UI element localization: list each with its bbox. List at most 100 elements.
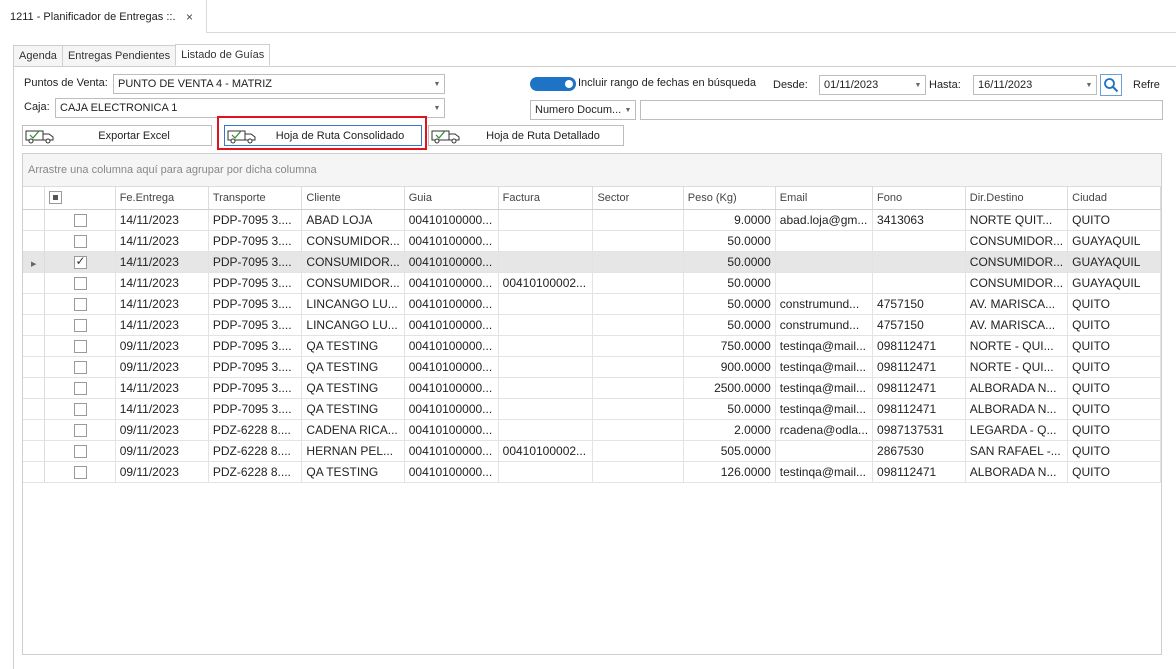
cell-guia[interactable]: 00410100000... [404, 377, 499, 399]
column-header-fono[interactable]: Fono [872, 187, 966, 210]
cell-factura[interactable] [498, 335, 594, 357]
table-row[interactable]: 14/11/2023 PDP-7095 3.... CONSUMIDOR... 004… [23, 230, 1161, 252]
cell-fono[interactable]: 4757150 [872, 314, 966, 336]
cell-guia[interactable]: 00410100000... [404, 398, 499, 420]
cell-guia[interactable]: 00410100000... [404, 461, 499, 483]
cell-peso[interactable]: 50.0000 [683, 272, 776, 294]
cell-fe-entrega[interactable]: 14/11/2023 [115, 272, 209, 294]
column-header-peso[interactable]: Peso (Kg) [683, 187, 776, 210]
row-checkbox[interactable] [73, 339, 87, 353]
cell-peso[interactable]: 50.0000 [683, 251, 776, 273]
row-checkbox-cell[interactable] [44, 230, 116, 252]
cell-factura[interactable] [498, 419, 594, 441]
cell-ciudad[interactable]: QUITO [1067, 461, 1161, 483]
cell-dir-destino[interactable]: CONSUMIDOR... [965, 251, 1069, 273]
cell-sector[interactable] [592, 272, 684, 294]
cell-sector[interactable] [592, 377, 684, 399]
cell-fono[interactable]: 098112471 [872, 377, 966, 399]
cell-guia[interactable]: 00410100000... [404, 293, 499, 315]
cell-fe-entrega[interactable]: 09/11/2023 [115, 356, 209, 378]
cell-ciudad[interactable]: QUITO [1067, 293, 1161, 315]
cell-fono[interactable]: 098112471 [872, 398, 966, 420]
row-checkbox[interactable] [73, 360, 87, 374]
cell-cliente[interactable]: QA TESTING [301, 398, 405, 420]
export-excel-button[interactable]: Exportar Excel [22, 125, 212, 146]
cell-email[interactable]: testinqa@mail... [775, 461, 874, 483]
row-checkbox[interactable] [73, 402, 87, 416]
cell-fe-entrega[interactable]: 14/11/2023 [115, 377, 209, 399]
column-header-factura[interactable]: Factura [498, 187, 594, 210]
table-row[interactable]: 14/11/2023 PDP-7095 3.... LINCANGO LU... 00… [23, 293, 1161, 315]
row-checkbox-cell[interactable] [44, 461, 116, 483]
cell-fe-entrega[interactable]: 09/11/2023 [115, 440, 209, 462]
tab-listado-guias[interactable]: Listado de Guías [175, 44, 271, 66]
cell-fono[interactable] [872, 272, 966, 294]
cell-peso[interactable]: 50.0000 [683, 314, 776, 336]
cell-peso[interactable]: 50.0000 [683, 293, 776, 315]
document-search-input[interactable] [640, 100, 1163, 120]
cell-sector[interactable] [592, 419, 684, 441]
row-checkbox[interactable] [73, 318, 87, 332]
table-row[interactable]: ▶14/11/2023PDP-7095 3....CONSUMIDOR...00… [23, 251, 1161, 273]
column-header-email[interactable]: Email [775, 187, 874, 210]
cell-cliente[interactable]: CADENA RICA... [301, 419, 405, 441]
cell-transporte[interactable]: PDP-7095 3.... [208, 377, 303, 399]
cell-guia[interactable]: 00410100000... [404, 209, 499, 231]
hasta-date-field[interactable]: 16/11/2023 ▼ [973, 75, 1097, 95]
cell-factura[interactable] [498, 377, 594, 399]
cell-factura[interactable] [498, 356, 594, 378]
cell-transporte[interactable]: PDP-7095 3.... [208, 293, 303, 315]
cell-sector[interactable] [592, 314, 684, 336]
cell-sector[interactable] [592, 293, 684, 315]
cell-fono[interactable]: 098112471 [872, 335, 966, 357]
tab-entregas-pendientes[interactable]: Entregas Pendientes [61, 45, 177, 66]
cell-cliente[interactable]: LINCANGO LU... [301, 314, 405, 336]
cell-cliente[interactable]: HERNAN PEL... [301, 440, 405, 462]
cell-fe-entrega[interactable]: 14/11/2023 [115, 251, 209, 273]
row-checkbox[interactable] [73, 234, 87, 248]
cell-peso[interactable]: 50.0000 [683, 398, 776, 420]
cell-fono[interactable]: 2867530 [872, 440, 966, 462]
table-row[interactable]: 14/11/2023 PDP-7095 3.... ABAD LOJA 0041010… [23, 209, 1161, 231]
cell-peso[interactable]: 126.0000 [683, 461, 776, 483]
cell-sector[interactable] [592, 335, 684, 357]
cell-guia[interactable]: 00410100000... [404, 335, 499, 357]
cell-factura[interactable] [498, 461, 594, 483]
column-header-guia[interactable]: Guia [404, 187, 499, 210]
table-row[interactable]: 09/11/2023 PDZ-6228 8.... CADENA RICA... 00… [23, 419, 1161, 441]
cell-email[interactable]: construmund... [775, 293, 874, 315]
cell-fe-entrega[interactable]: 14/11/2023 [115, 230, 209, 252]
cell-dir-destino[interactable]: NORTE - QUI... [965, 335, 1069, 357]
row-checkbox-cell[interactable] [44, 398, 116, 420]
row-checkbox[interactable] [73, 381, 87, 395]
table-row[interactable]: 14/11/2023 PDP-7095 3.... QA TESTING 004101… [23, 398, 1161, 420]
group-by-panel[interactable]: Arrastre una columna aquí para agrupar p… [23, 154, 1161, 187]
desde-date-field[interactable]: 01/11/2023 ▼ [819, 75, 926, 95]
cell-dir-destino[interactable]: AV. MARISCA... [965, 293, 1069, 315]
cell-email[interactable] [775, 440, 874, 462]
cell-transporte[interactable]: PDP-7095 3.... [208, 209, 303, 231]
row-checkbox[interactable] [73, 444, 87, 458]
date-range-toggle[interactable] [530, 77, 576, 91]
row-checkbox-cell[interactable] [44, 419, 116, 441]
document-tab[interactable]: 1211 - Planificador de Entregas ::. × [0, 0, 207, 33]
cell-dir-destino[interactable]: LEGARDA - Q... [965, 419, 1069, 441]
caja-select[interactable]: CAJA ELECTRONICA 1 ▼ [55, 98, 445, 118]
cell-ciudad[interactable]: QUITO [1067, 209, 1161, 231]
column-header-ciudad[interactable]: Ciudad [1067, 187, 1161, 210]
cell-ciudad[interactable]: GUAYAQUIL [1067, 251, 1161, 273]
cell-email[interactable]: testinqa@mail... [775, 335, 874, 357]
row-checkbox[interactable] [73, 254, 87, 269]
cell-guia[interactable]: 00410100000... [404, 272, 499, 294]
column-header-fe-entrega[interactable]: Fe.Entrega [115, 187, 209, 210]
cell-fono[interactable]: 0987137531 [872, 419, 966, 441]
cell-fono[interactable]: 098112471 [872, 461, 966, 483]
cell-email[interactable] [775, 251, 874, 273]
column-header-dir-destino[interactable]: Dir.Destino [965, 187, 1069, 210]
cell-dir-destino[interactable]: CONSUMIDOR... [965, 272, 1069, 294]
refresh-button-label[interactable]: Refre [1133, 79, 1160, 91]
cell-cliente[interactable]: CONSUMIDOR... [301, 272, 405, 294]
cell-cliente[interactable]: QA TESTING [301, 377, 405, 399]
cell-fe-entrega[interactable]: 09/11/2023 [115, 419, 209, 441]
cell-fono[interactable]: 098112471 [872, 356, 966, 378]
